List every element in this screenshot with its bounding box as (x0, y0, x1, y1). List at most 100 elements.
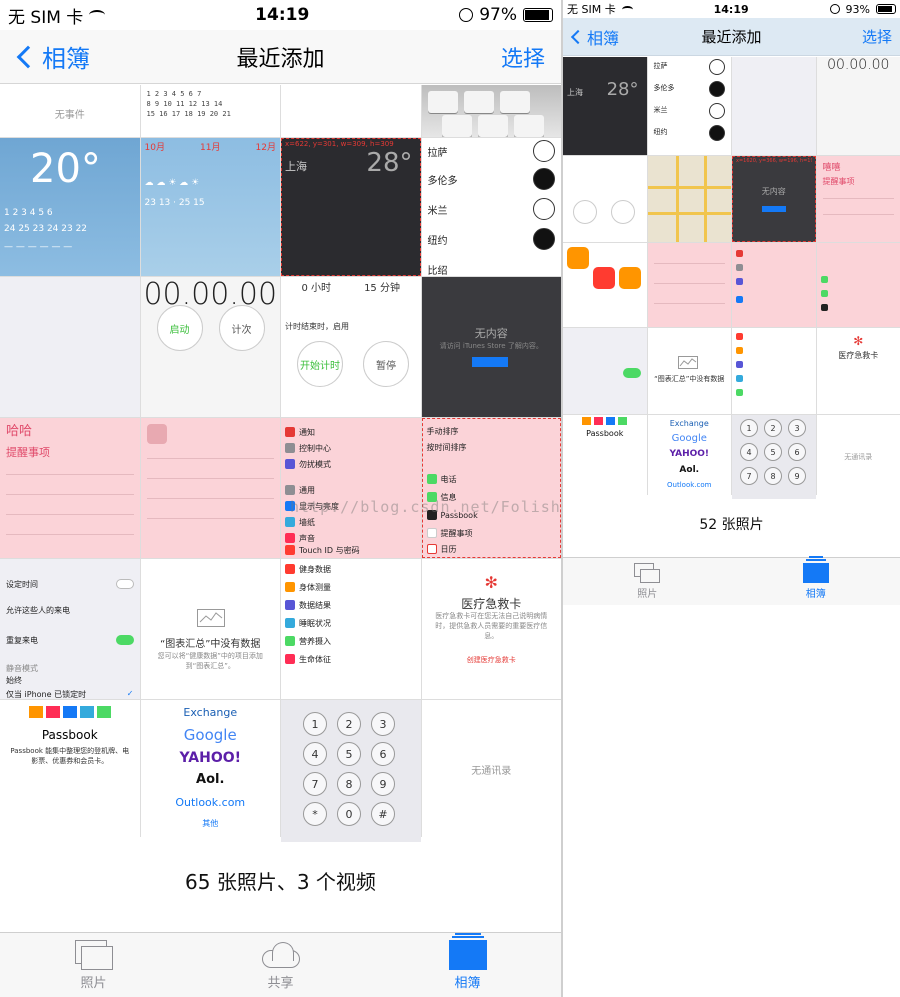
right-blank-area (563, 605, 900, 997)
photo-thumbnail[interactable]: 1 2 3 4 5 6 7 8 9 * 0 # (281, 700, 421, 842)
photos-icon (74, 939, 113, 970)
photo-thumbnail[interactable]: Exchange Google YAHOO! Aol. Outlook.com (647, 415, 731, 499)
weather-city: 上海 (285, 160, 307, 173)
photo-thumbnail[interactable] (563, 156, 647, 242)
chart-icon (677, 356, 698, 369)
navigation-bar: 相簿 最近添加 选择 (563, 18, 900, 56)
photo-thumbnail[interactable]: x=1620, y=366, w=196, h=196 无内容 (732, 156, 816, 242)
albums-icon (448, 932, 487, 970)
tab-albums[interactable]: 相簿 (776, 556, 856, 600)
photo-thumbnail[interactable] (281, 85, 421, 137)
wifi-icon (621, 5, 633, 13)
photo-thumbnail[interactable]: 0 小时 15 分钟 计时结束时，启用 开始计时 暂停 (281, 277, 421, 417)
cloud-icon (258, 940, 304, 970)
photo-thumbnail[interactable]: 嘻嘻 提醒事项 (816, 156, 900, 242)
photo-thumbnail[interactable] (563, 328, 647, 414)
clock-face-icon (533, 228, 555, 250)
photo-thumbnail[interactable]: 无通讯录 (421, 700, 561, 842)
carrier-label: 无 SIM 卡 (8, 7, 84, 28)
timer-end-label: 计时结束时，启用 (285, 322, 349, 331)
photo-thumbnail[interactable]: 1 2 3 4 5 6 7 8 9 (732, 415, 816, 499)
no-content-text: 无内容 (474, 327, 508, 340)
page-title: 最近添加 (236, 46, 325, 72)
photo-thumbnail[interactable] (563, 243, 647, 327)
navigation-bar: 相簿 最近添加 选择 (0, 30, 561, 84)
tab-photos[interactable]: 照片 (44, 939, 144, 991)
photo-grid: 无事件 1 2 3 4 5 6 78 9 10 11 12 13 14 15 16… (0, 85, 561, 842)
photo-thumbnail[interactable]: 通知 控制中心 勿扰模式 通用 显示与亮度 墙纸 声音 Touch ID 与密码 (281, 418, 421, 558)
back-label: 相簿 (42, 45, 90, 73)
photo-count-label: 52 张照片 (699, 517, 764, 533)
start-timer-button: 开始计时 (297, 341, 343, 387)
clock-face-icon (709, 81, 725, 97)
photo-thumbnail[interactable]: 设定时间 允许这些人的来电 重复来电 静音模式 始终 仅当 iPhone 已锁定… (0, 559, 140, 699)
photo-thumbnail[interactable]: “图表汇总”中没有数据 您可以将“健康数据”中的项目添加到“图表汇总”。 (140, 559, 280, 699)
photo-thumbnail[interactable]: 00.00.00 (816, 57, 900, 155)
photo-thumbnail[interactable]: 1 2 3 4 5 6 78 9 10 11 12 13 14 15 16 17 … (140, 85, 280, 137)
select-button[interactable]: 选择 (862, 26, 892, 47)
chart-empty-title: “图表汇总”中没有数据 (160, 639, 261, 650)
outlook-logo: Outlook.com (175, 796, 246, 809)
photo-thumbnail[interactable]: 无内容 请访问 iTunes Store 了解内容。 (421, 277, 561, 417)
photo-thumbnail[interactable] (0, 277, 140, 417)
tab-photos[interactable]: 照片 (607, 563, 687, 600)
status-time: 14:19 (255, 5, 310, 25)
photo-grid: 28° 上海 拉萨 多伦多 米兰 纽约 00.00.00 x=1620, y=3… (563, 57, 900, 499)
back-button[interactable]: 相簿 (569, 25, 619, 49)
photo-thumbnail[interactable]: 手动排序 按时间排序 电话 信息 Passbook 提醒事项 日历 (421, 418, 561, 558)
toggle-switch (115, 579, 134, 589)
status-time: 14:19 (713, 2, 749, 16)
photos-icon (634, 563, 661, 583)
photo-thumbnail[interactable]: 拉萨 多伦多 米兰 纽约 比绍 (421, 138, 561, 276)
no-contacts-text: 无通讯录 (471, 766, 512, 778)
photo-thumbnail[interactable]: 健身数据 身体测量 数据结果 睡眠状况 营养摄入 生命体征 (281, 559, 421, 699)
tab-bar: 照片 共享 相簿 (0, 932, 561, 997)
photo-thumbnail[interactable]: 无事件 (0, 85, 140, 137)
screenshot-root: 无 SIM 卡 14:19 97% 相簿 最近添加 选择 无事件 1 2 3 4… (0, 0, 900, 997)
battery-percent: 93% (845, 2, 870, 16)
reminder-list-title: 提醒事项 (6, 446, 50, 459)
chevron-left-icon (16, 45, 40, 68)
photo-thumbnail[interactable] (732, 57, 816, 155)
photo-thumbnail[interactable]: Exchange Google YAHOO! Aol. Outlook.com … (140, 700, 280, 842)
photo-thumbnail[interactable] (647, 156, 731, 242)
photo-thumbnail[interactable]: x=622, y=301, w=309, h=309 28° 上海 (281, 138, 421, 276)
no-contacts-text: 无通讯录 (844, 452, 873, 461)
photo-thumbnail[interactable] (816, 243, 900, 327)
photo-thumbnail[interactable]: 20° 1 2 3 4 5 6 24 25 23 24 23 22 — — — … (0, 138, 140, 276)
photo-thumbnail[interactable] (732, 243, 816, 327)
medical-star-icon: ✻ (484, 573, 498, 592)
photo-thumbnail[interactable]: 无通讯录 (816, 415, 900, 499)
tab-shared[interactable]: 共享 (231, 940, 331, 991)
photo-thumbnail[interactable] (140, 418, 280, 558)
photo-thumbnail[interactable]: 拉萨 多伦多 米兰 纽约 (647, 57, 731, 155)
photo-thumbnail[interactable]: “图表汇总”中没有数据 (647, 328, 731, 414)
carrier-label: 无 SIM 卡 (567, 3, 616, 16)
clock-face-icon (533, 198, 555, 220)
clock-face-icon (533, 140, 555, 162)
rotation-lock-icon (829, 4, 840, 14)
weather-temperature: 20° (30, 146, 101, 192)
photo-thumbnail[interactable]: 哈哈 提醒事项 (0, 418, 140, 558)
clock-face-icon (533, 168, 555, 190)
photo-thumbnail[interactable]: 10月 11月 12月 ☁ ☁ ☀ ☁ ☀ 23 13 · 25 15 (140, 138, 280, 276)
photo-thumbnail[interactable]: 28° 上海 (563, 57, 647, 155)
exchange-logo: Exchange (183, 706, 238, 719)
photo-thumbnail[interactable] (732, 328, 816, 414)
back-button[interactable]: 相簿 (14, 39, 90, 74)
photo-thumbnail[interactable] (647, 243, 731, 327)
photo-thumbnail[interactable] (421, 85, 561, 137)
photo-thumbnail[interactable]: ✻ 医疗急救卡 (816, 328, 900, 414)
photo-thumbnail[interactable]: Passbook Passbook 能集中整理您的登机牌、电影票、优惠券和会员卡… (0, 700, 140, 842)
photo-thumbnail[interactable]: ✻ 医疗急救卡 医疗急救卡可在您无法自己说明病情时，提供急救人员需要的重要医疗信… (421, 559, 561, 699)
photo-thumbnail[interactable]: 00.00.00 启动 计次 (140, 277, 280, 417)
tab-albums[interactable]: 相簿 (418, 932, 518, 991)
medical-star-icon: ✻ (853, 334, 864, 348)
rotation-lock-icon (459, 8, 474, 22)
none-event-text: 无事件 (54, 109, 85, 121)
select-button[interactable]: 选择 (501, 41, 545, 73)
pause-button: 暂停 (363, 341, 409, 387)
photo-thumbnail[interactable]: Passbook (563, 415, 647, 499)
battery-percent: 97% (479, 5, 517, 25)
battery-icon (522, 8, 553, 22)
